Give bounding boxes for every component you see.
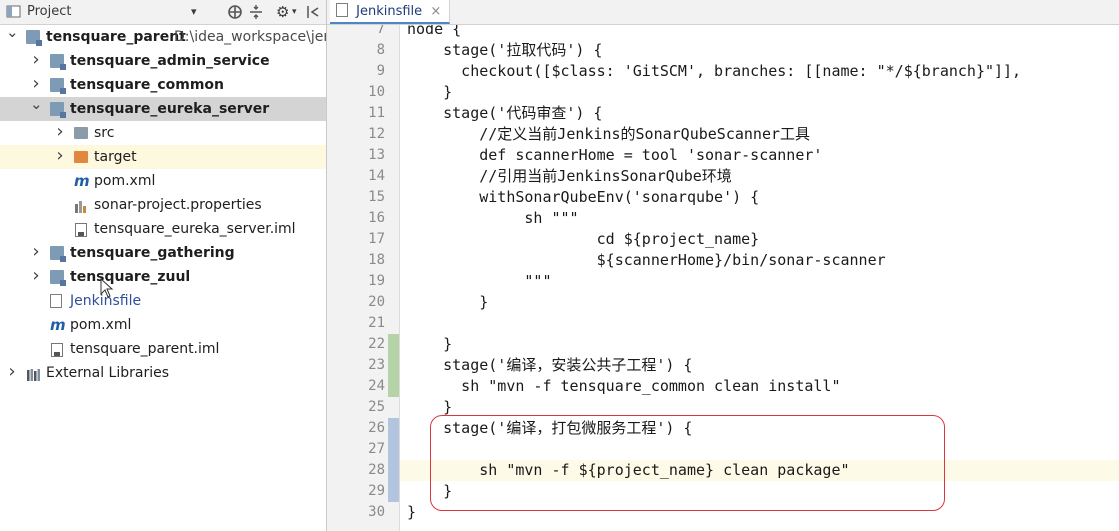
iml-file-icon — [74, 222, 88, 237]
project-view-title[interactable]: Project — [27, 0, 71, 24]
tree-item[interactable]: › tensquare_admin_service — [0, 49, 326, 73]
libraries-icon — [26, 366, 40, 381]
tree-item[interactable]: › External Libraries — [0, 361, 326, 385]
tree-item[interactable]: ⌄ tensquare_eureka_server — [0, 95, 326, 121]
code-line[interactable]: ${scannerHome}/bin/sonar-scanner — [407, 250, 886, 271]
tree-item-label: tensquare_gathering — [70, 245, 235, 261]
code-line[interactable]: } — [407, 502, 416, 523]
code-line[interactable]: stage('代码审查') { — [407, 103, 602, 124]
maven-icon: m — [50, 316, 66, 334]
chevron-right-icon[interactable]: › — [30, 48, 42, 72]
tree-item-label: sonar-project.properties — [94, 197, 262, 213]
module-icon — [50, 102, 66, 118]
tree-item-label: src — [94, 125, 115, 141]
tab-label: Jenkinsfile — [356, 4, 423, 19]
chevron-right-icon[interactable]: › — [54, 144, 66, 168]
folder-icon — [74, 151, 88, 163]
tree-item[interactable]: › tensquare_common — [0, 73, 326, 97]
tree-item[interactable]: › tensquare_gathering — [0, 241, 326, 265]
tree-item[interactable]: ⌄ tensquare_parent D:\idea_workspace\jenk — [0, 23, 327, 49]
chevron-right-icon[interactable]: › — [30, 240, 42, 264]
chevron-down-icon[interactable]: ⌄ — [30, 92, 43, 116]
chevron-right-icon[interactable]: › — [6, 360, 18, 384]
tree-item-label: pom.xml — [70, 317, 132, 333]
properties-icon — [74, 198, 88, 213]
tree-item[interactable]: m pom.xml — [0, 169, 326, 193]
project-panel: Project ▾ ⚙ ▾ ⌄ tensquare_parent D:\idea_w… — [0, 0, 327, 531]
code-line[interactable]: checkout([$class: 'GitSCM', branches: [[… — [407, 61, 1021, 82]
tree-item-label: tensquare_eureka_server.iml — [94, 221, 296, 237]
chevron-down-icon[interactable]: ▾ — [292, 0, 297, 24]
code-line[interactable]: //定义当前Jenkins的SonarQubeScanner工具 — [407, 124, 810, 145]
code-line[interactable]: cd ${project_name} — [407, 229, 760, 250]
code-line[interactable]: sh "mvn -f tensquare_common clean instal… — [407, 376, 840, 397]
tree-item-label: tensquare_parent — [46, 29, 186, 45]
tree-item-path: D:\idea_workspace\jenk — [174, 29, 327, 45]
code-line[interactable]: stage('拉取代码') { — [407, 40, 602, 61]
project-toolbar: Project ▾ ⚙ ▾ — [0, 0, 326, 25]
chevron-right-icon[interactable]: › — [30, 264, 42, 288]
file-icon — [50, 294, 62, 308]
hide-icon[interactable] — [306, 0, 320, 24]
code-line[interactable]: stage('编译，安装公共子工程') { — [407, 355, 692, 376]
tree-item-label: tensquare_parent.iml — [70, 341, 220, 357]
tree-item[interactable]: › tensquare_zuul — [0, 265, 326, 289]
tree-item-label: External Libraries — [46, 365, 169, 381]
code-line[interactable]: withSonarQubeEnv('sonarqube') { — [407, 187, 759, 208]
code-line[interactable]: sh """ — [407, 208, 578, 229]
tree-item-label: tensquare_common — [70, 77, 224, 93]
highlight-annotation-box — [430, 415, 945, 511]
tree-item[interactable]: tensquare_eureka_server.iml — [0, 217, 326, 241]
module-icon — [26, 30, 42, 46]
module-icon — [50, 54, 66, 70]
tree-item[interactable]: sonar-project.properties — [0, 193, 326, 217]
tree-item[interactable]: tensquare_parent.iml — [0, 337, 326, 361]
tree-item[interactable]: › src — [0, 121, 326, 145]
tree-item-label: tensquare_eureka_server — [70, 101, 270, 117]
tree-item[interactable]: m pom.xml — [0, 313, 326, 337]
iml-file-icon — [50, 342, 64, 357]
chevron-down-icon[interactable]: ▾ — [191, 0, 197, 24]
module-icon — [50, 78, 66, 94]
code-line[interactable]: } — [407, 334, 452, 355]
chevron-down-icon[interactable]: ⌄ — [6, 20, 19, 44]
target-icon[interactable] — [227, 0, 243, 24]
collapse-icon[interactable] — [248, 0, 264, 24]
tree-item[interactable]: › target — [0, 145, 326, 169]
gear-icon[interactable]: ⚙ — [276, 0, 289, 24]
tree-item-label: pom.xml — [94, 173, 156, 189]
tree-item-label: tensquare_zuul — [70, 269, 191, 285]
module-icon — [50, 246, 66, 262]
tab-jenkinsfile[interactable]: Jenkinsfile × — [330, 0, 451, 24]
module-icon — [50, 270, 66, 286]
editor-tab-bar: Jenkinsfile × — [327, 0, 1119, 25]
close-icon[interactable]: × — [430, 4, 441, 19]
maven-icon: m — [74, 172, 90, 190]
code-line[interactable]: } — [407, 292, 488, 313]
code-line[interactable]: //引用当前JenkinsSonarQube环境 — [407, 166, 732, 187]
tree-item-label: tensquare_admin_service — [70, 53, 270, 69]
tree-item[interactable]: Jenkinsfile — [0, 289, 326, 313]
folder-icon — [74, 127, 88, 139]
code-line[interactable]: def scannerHome = tool 'sonar-scanner' — [407, 145, 822, 166]
mouse-cursor-icon — [100, 278, 114, 298]
tree-item-label: target — [94, 149, 137, 165]
code-line[interactable]: } — [407, 82, 452, 103]
file-icon — [336, 3, 348, 17]
code-line[interactable]: """ — [407, 271, 551, 292]
chevron-right-icon[interactable]: › — [54, 120, 66, 144]
